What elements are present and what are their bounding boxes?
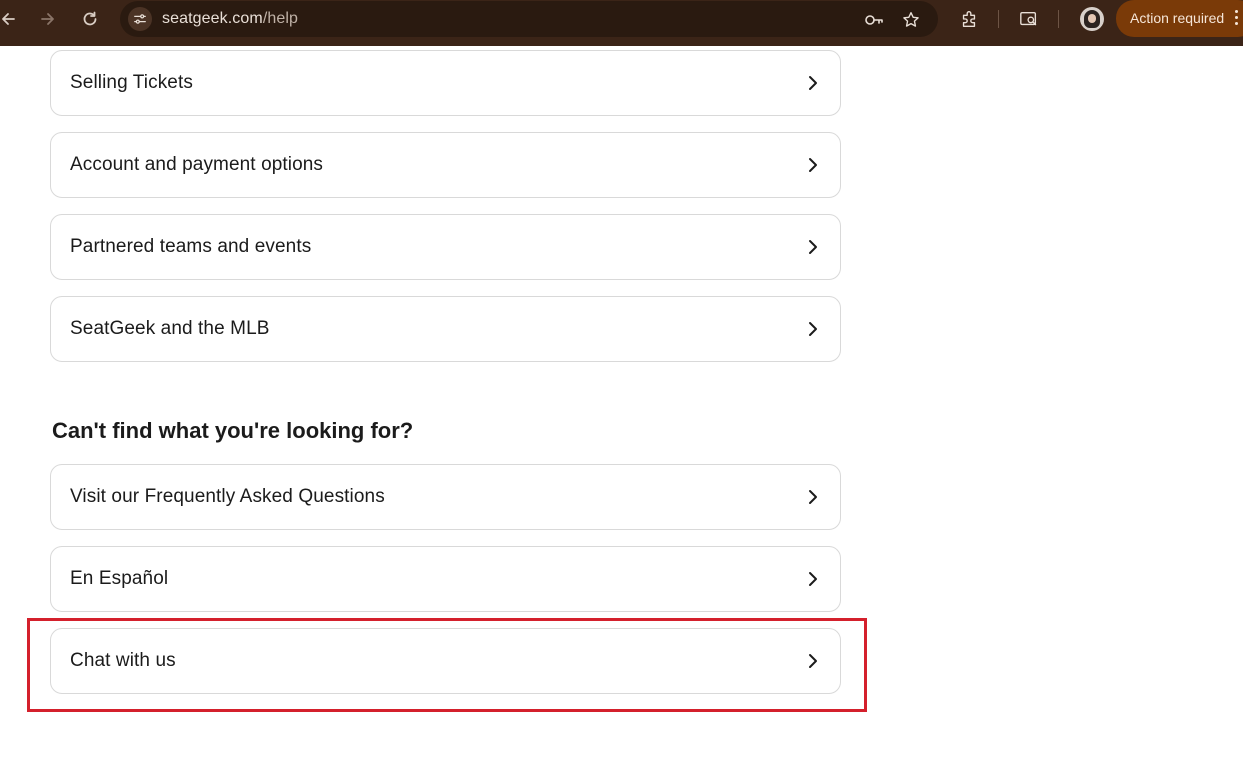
toolbar-divider — [1058, 10, 1059, 28]
topic-card-label: SeatGeek and the MLB — [70, 318, 270, 339]
browser-toolbar: seatgeek.com/help Action required — [0, 0, 1243, 46]
chevron-right-icon — [809, 322, 817, 336]
chevron-right-icon — [809, 572, 817, 586]
help-card-espanol[interactable]: En Español — [50, 546, 841, 612]
topic-card-label: Account and payment options — [70, 154, 324, 175]
toolbar-divider — [998, 10, 999, 28]
action-required-button[interactable]: Action required — [1116, 0, 1243, 37]
address-bar[interactable]: seatgeek.com/help — [120, 1, 938, 37]
section-heading: Can't find what you're looking for? — [52, 418, 414, 443]
url-path: /help — [262, 10, 299, 27]
topic-card-label: Selling Tickets — [70, 72, 193, 93]
bookmark-star-icon[interactable] — [900, 9, 922, 31]
action-required-label: Action required — [1130, 10, 1225, 26]
tab-search-icon[interactable] — [1018, 8, 1040, 30]
help-card-label: Visit our Frequently Asked Questions — [70, 486, 385, 507]
url-text[interactable]: seatgeek.com/help — [162, 10, 298, 28]
extensions-icon[interactable] — [958, 8, 980, 30]
profile-avatar[interactable] — [1080, 7, 1104, 31]
forward-icon[interactable] — [32, 6, 64, 32]
chevron-right-icon — [809, 76, 817, 90]
help-card-label: En Español — [70, 568, 169, 589]
topic-card-seatgeek-mlb[interactable]: SeatGeek and the MLB — [50, 296, 841, 362]
chevron-right-icon — [809, 490, 817, 504]
topic-card-partnered-teams[interactable]: Partnered teams and events — [50, 214, 841, 280]
back-icon[interactable] — [0, 6, 24, 32]
site-info-icon[interactable] — [128, 7, 152, 31]
topic-card-selling-tickets[interactable]: Selling Tickets — [50, 50, 841, 116]
help-card-faq[interactable]: Visit our Frequently Asked Questions — [50, 464, 841, 530]
url-host: seatgeek.com — [162, 10, 263, 27]
chevron-right-icon — [809, 240, 817, 254]
topic-card-label: Partnered teams and events — [70, 236, 312, 257]
topic-card-account-payment[interactable]: Account and payment options — [50, 132, 841, 198]
highlight-box — [27, 618, 867, 712]
more-menu-icon[interactable] — [1235, 10, 1239, 28]
password-key-icon[interactable] — [863, 9, 885, 31]
chevron-right-icon — [809, 158, 817, 172]
reload-icon[interactable] — [74, 6, 106, 32]
